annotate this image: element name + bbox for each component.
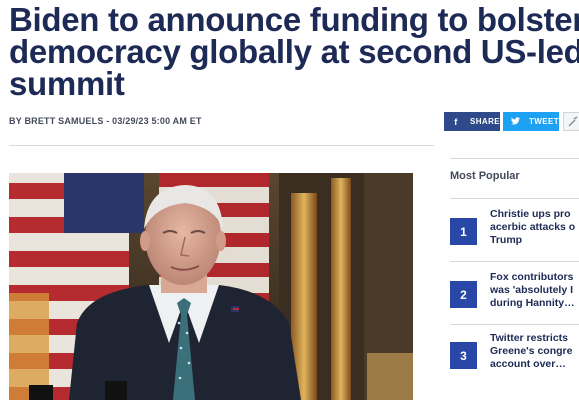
facebook-share-button[interactable]: f SHARE xyxy=(444,112,500,131)
most-popular-title: Most Popular xyxy=(450,170,520,182)
copy-link-button[interactable] xyxy=(563,112,579,131)
rank-badge: 1 xyxy=(450,218,477,245)
facebook-icon: f xyxy=(454,116,458,127)
headline-line: Greene's congre xyxy=(490,345,573,357)
headline-line: summit xyxy=(9,65,125,102)
twitter-icon xyxy=(507,116,523,127)
most-popular-link[interactable]: Fox contributors was 'absolutely I durin… xyxy=(490,271,579,310)
headline-line: account over… xyxy=(490,358,566,370)
headline-line: democracy globally at second US-led xyxy=(9,33,579,70)
headline-line: acerbic attacks o xyxy=(490,221,576,233)
most-popular-item[interactable]: 3 Twitter restricts Greene's congre acco… xyxy=(450,332,579,400)
headline-line: Fox contributors xyxy=(490,271,574,283)
link-icon xyxy=(568,116,578,127)
headline-line: Biden to announce funding to bolster xyxy=(9,1,579,38)
rank-badge: 2 xyxy=(450,281,477,308)
headline-line: Twitter restricts xyxy=(490,332,568,344)
share-label: SHARE xyxy=(469,117,500,126)
most-popular-link[interactable]: Twitter restricts Greene's congre accoun… xyxy=(490,332,579,371)
most-popular-link[interactable]: Christie ups pro acerbic attacks o Trump xyxy=(490,208,579,247)
headline-line: Trump xyxy=(490,234,523,246)
article-page: Biden to announce funding to bolster dem… xyxy=(0,0,579,400)
tweet-label: TWEET xyxy=(529,117,559,126)
byline: BY BRETT SAMUELS - 03/29/23 5:00 AM ET xyxy=(9,116,202,126)
rank-badge: 3 xyxy=(450,342,477,369)
divider xyxy=(450,324,579,325)
divider xyxy=(450,198,579,199)
most-popular-item[interactable]: 1 Christie ups pro acerbic attacks o Tru… xyxy=(450,208,579,278)
divider xyxy=(450,261,579,262)
divider xyxy=(9,145,434,146)
headline-line: was 'absolutely I xyxy=(490,284,574,296)
article-photo xyxy=(9,173,413,400)
headline-line: Christie ups pro xyxy=(490,208,571,220)
tweet-button[interactable]: TWEET xyxy=(503,112,559,131)
article-headline: Biden to announce funding to bolster dem… xyxy=(9,1,579,102)
divider xyxy=(450,158,579,159)
headline-line: during Hannity… xyxy=(490,297,575,309)
